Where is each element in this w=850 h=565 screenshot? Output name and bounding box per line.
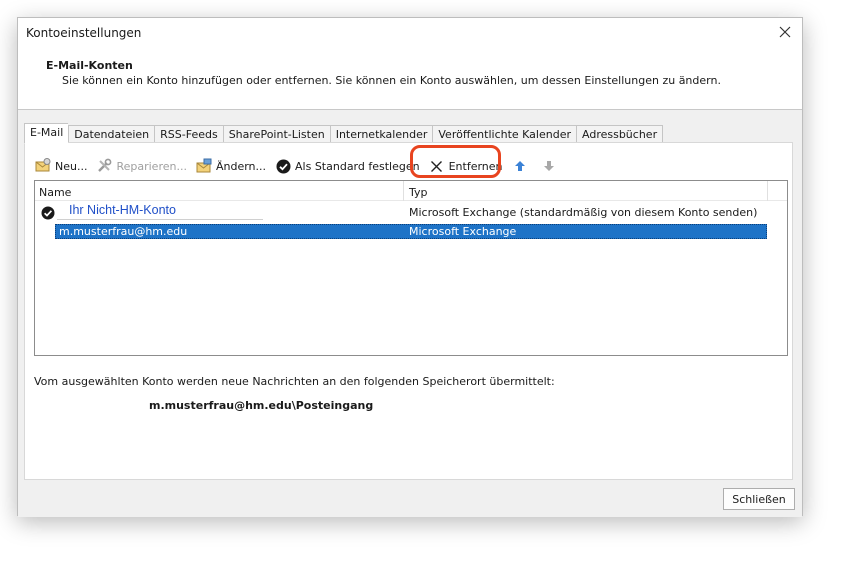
dialog-footer: Schließen bbox=[18, 480, 802, 517]
change-button[interactable]: Ändern... bbox=[191, 156, 270, 176]
column-name-header[interactable]: Name bbox=[39, 186, 71, 199]
move-up-button[interactable] bbox=[507, 156, 536, 176]
account-name: m.musterfrau@hm.edu bbox=[59, 225, 188, 238]
move-down-button[interactable] bbox=[536, 156, 565, 176]
account-list: Name Typ Ihr Nicht-HM-Konto Microsoft Ex… bbox=[34, 180, 788, 356]
checkmark-circle-icon bbox=[274, 157, 292, 175]
repair-label: Reparieren... bbox=[116, 159, 187, 173]
column-divider[interactable] bbox=[767, 181, 768, 201]
change-label: Ändern... bbox=[215, 159, 267, 173]
title-bar: Kontoeinstellungen bbox=[18, 18, 802, 47]
default-account-check-icon bbox=[41, 206, 55, 220]
column-type-header[interactable]: Typ bbox=[409, 186, 428, 199]
close-icon[interactable] bbox=[772, 20, 798, 44]
remove-label: Entfernen bbox=[448, 159, 503, 173]
new-account-icon bbox=[34, 157, 52, 175]
set-default-button[interactable]: Als Standard festlegen bbox=[270, 156, 424, 176]
dialog-header: E-Mail-Konten Sie können ein Konto hinzu… bbox=[18, 47, 802, 110]
remove-button[interactable]: Entfernen bbox=[424, 156, 507, 176]
set-default-label: Als Standard festlegen bbox=[295, 159, 420, 173]
account-row-selected[interactable]: m.musterfrau@hm.edu Microsoft Exchange bbox=[35, 224, 787, 239]
tab-email[interactable]: E-Mail bbox=[24, 123, 69, 144]
delivery-path: m.musterfrau@hm.edu\Posteingang bbox=[149, 399, 374, 412]
account-row[interactable]: Ihr Nicht-HM-Konto Microsoft Exchange (s… bbox=[35, 203, 787, 221]
repair-button[interactable]: Reparieren... bbox=[91, 156, 191, 176]
close-button[interactable]: Schließen bbox=[723, 488, 795, 510]
new-button[interactable]: Neu... bbox=[30, 156, 91, 176]
account-type: Microsoft Exchange (standardmäßig von di… bbox=[409, 206, 758, 219]
account-toolbar: Neu... Reparieren... Ändern... Als Stand… bbox=[30, 156, 565, 176]
header-subtitle: Sie können ein Konto hinzufügen oder ent… bbox=[62, 74, 721, 87]
delivery-info-text: Vom ausgewählten Konto werden neue Nachr… bbox=[34, 375, 555, 388]
remove-x-icon bbox=[428, 157, 446, 175]
account-type: Microsoft Exchange bbox=[409, 225, 517, 238]
account-name: Ihr Nicht-HM-Konto bbox=[69, 203, 176, 217]
arrow-down-icon bbox=[540, 157, 558, 175]
list-header: Name Typ bbox=[35, 181, 787, 201]
account-settings-dialog: Kontoeinstellungen E-Mail-Konten Sie kön… bbox=[17, 17, 803, 517]
arrow-up-icon bbox=[511, 157, 529, 175]
header-title: E-Mail-Konten bbox=[46, 59, 133, 72]
new-label: Neu... bbox=[55, 159, 88, 173]
tab-bar: E-Mail Datendateien RSS-Feeds SharePoint… bbox=[24, 123, 664, 144]
window-title: Kontoeinstellungen bbox=[26, 26, 142, 40]
column-divider[interactable] bbox=[403, 181, 404, 201]
change-account-icon bbox=[195, 157, 213, 175]
repair-tools-icon bbox=[95, 157, 113, 175]
